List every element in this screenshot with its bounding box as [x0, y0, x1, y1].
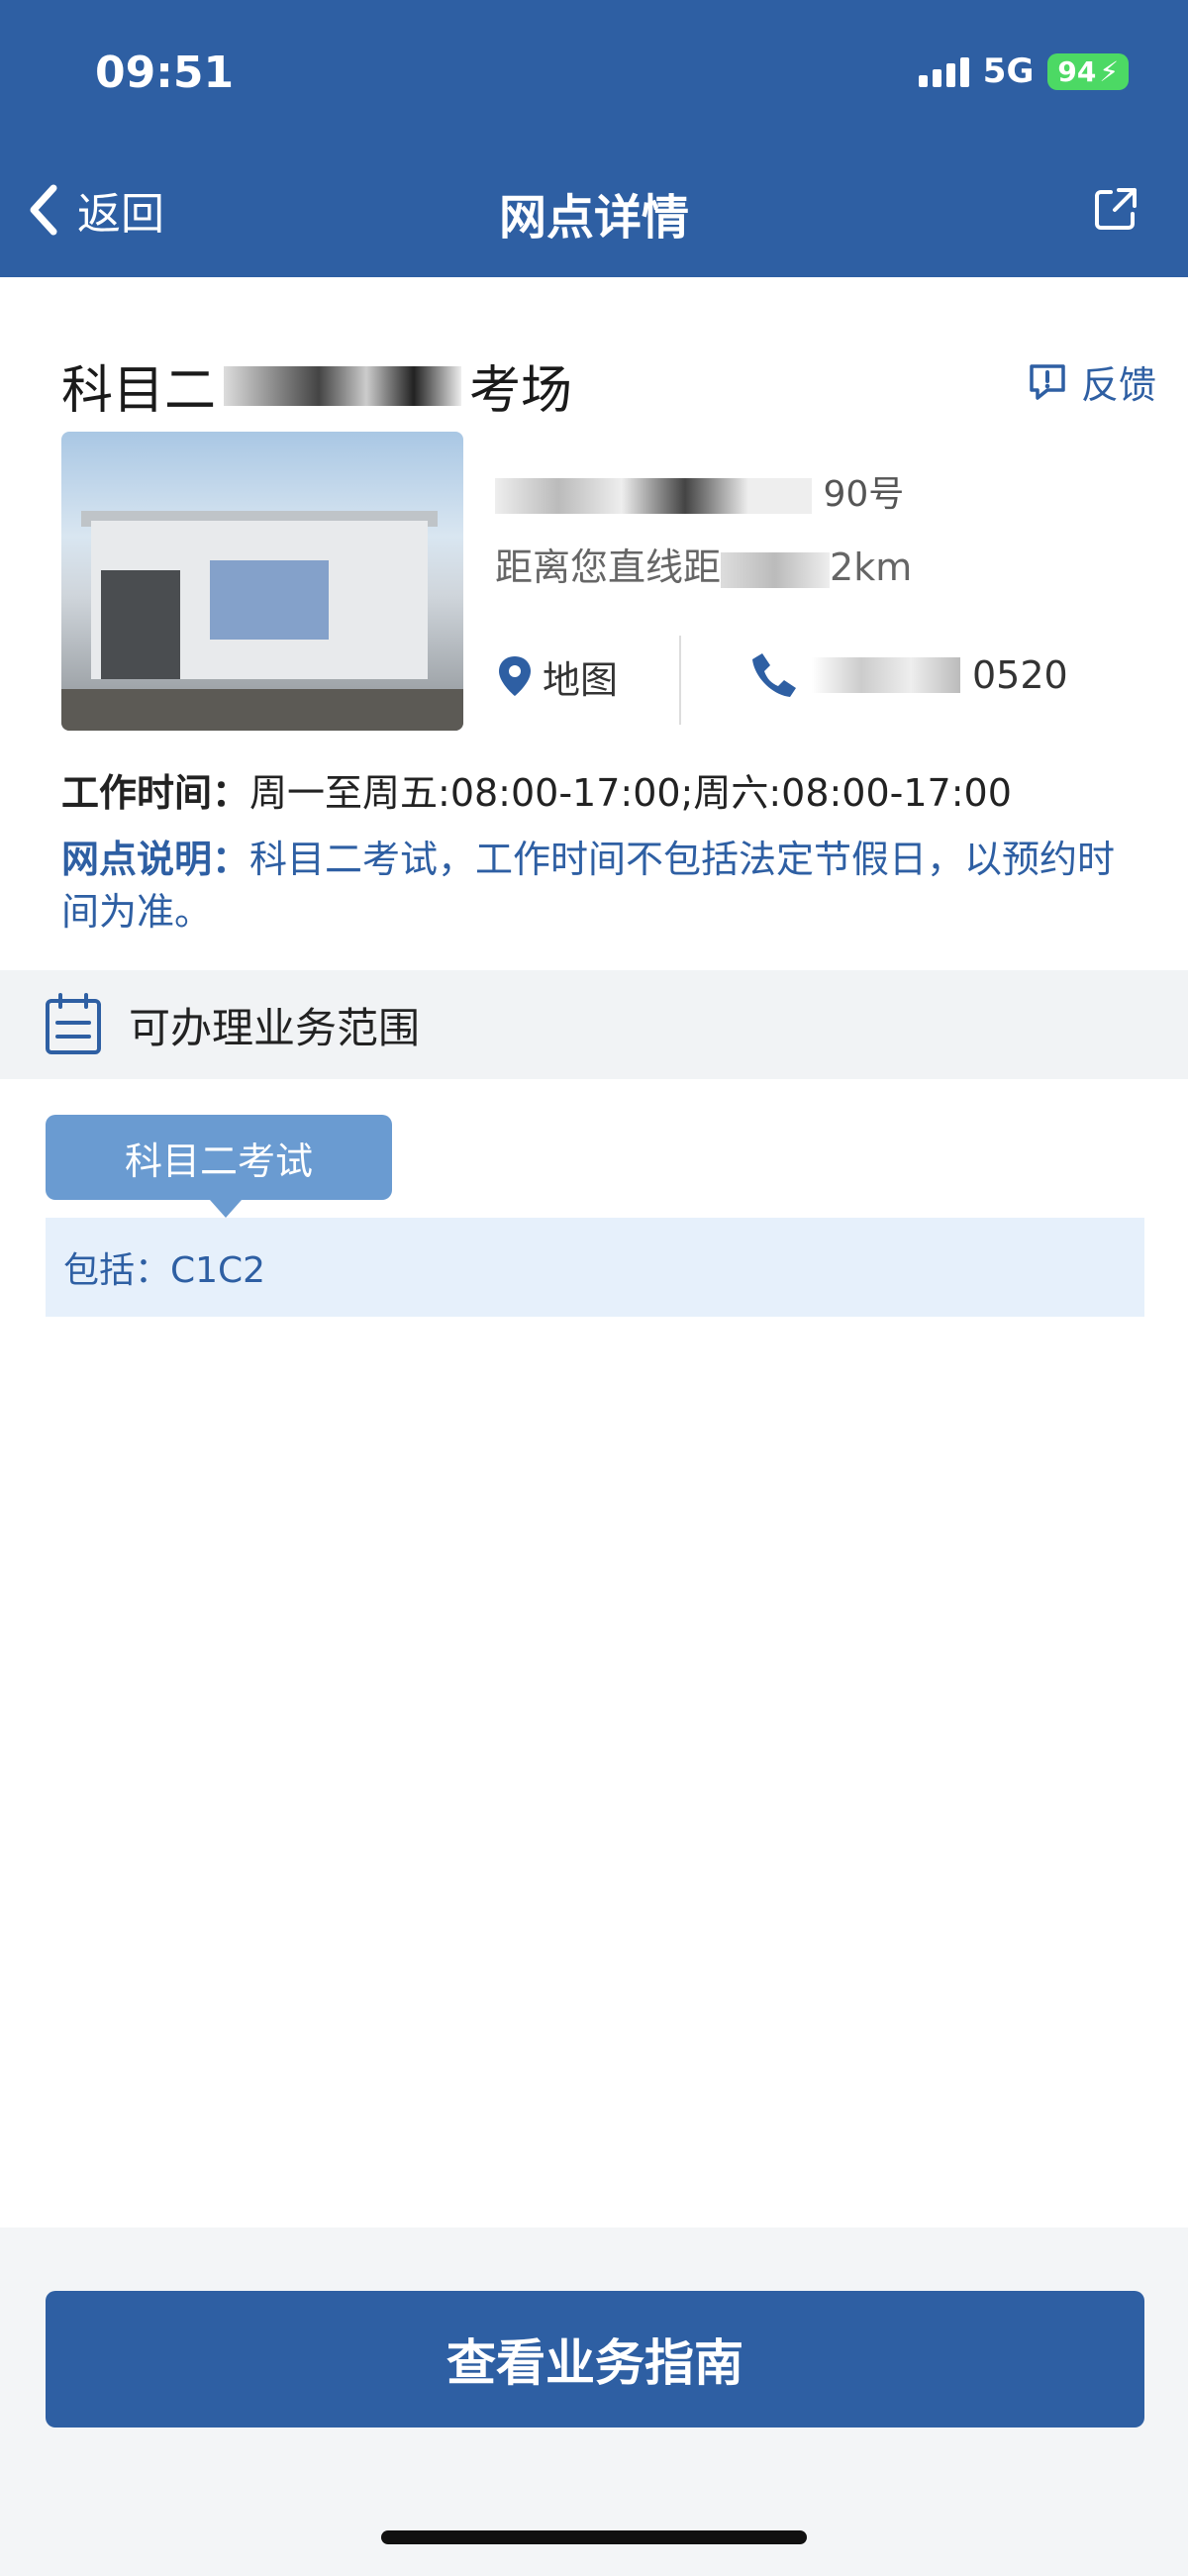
battery-icon: 94 ⚡ [1047, 52, 1129, 90]
location-pin-icon [499, 655, 531, 696]
includes-panel: 包括：C1C2 [46, 1218, 1144, 1317]
tag-pointer [210, 1200, 242, 1218]
charging-icon: ⚡ [1099, 54, 1119, 88]
share-icon[interactable] [1091, 184, 1140, 234]
site-description: 网点说明：科目二考试，工作时间不包括法定节假日，以预约时间为准。 [61, 834, 1131, 939]
hours-label: 工作时间： [61, 771, 250, 815]
map-label: 地图 [543, 658, 619, 702]
redacted-distance [721, 551, 831, 588]
photo-door [101, 570, 180, 679]
status-indicators: 5G 94 ⚡ [918, 51, 1129, 91]
redacted-address [495, 478, 812, 514]
phone-icon [752, 653, 796, 697]
battery-level: 94 [1057, 54, 1097, 88]
site-address: 90号 [495, 465, 904, 517]
phone-button[interactable]: 0520 [748, 649, 1068, 701]
distance-suffix: 2km [830, 545, 913, 589]
page-title: 网点详情 [498, 190, 689, 246]
business-tag[interactable]: 科目二考试 [46, 1115, 392, 1200]
map-button[interactable]: 地图 [495, 649, 618, 704]
feedback-label: 反馈 [1080, 363, 1156, 407]
section-title: 可办理业务范围 [129, 1003, 421, 1052]
phone-visible: 0520 [972, 653, 1068, 697]
redacted-text [224, 365, 462, 406]
home-indicator [381, 2530, 807, 2544]
network-type: 5G [982, 51, 1035, 91]
feedback-icon [1030, 363, 1065, 400]
site-name: 科目二 考场 [61, 348, 572, 423]
site-photo[interactable] [61, 432, 463, 731]
calendar-list-icon [46, 993, 101, 1054]
divider [679, 636, 681, 725]
photo-sign [210, 560, 329, 640]
redacted-phone [812, 657, 960, 693]
photo-ground [61, 689, 463, 731]
working-hours: 工作时间：周一至周五:08:00-17:00;周六:08:00-17:00 [61, 762, 1012, 817]
app-header: 09:51 5G 94 ⚡ 返回 网点详情 [0, 0, 1188, 277]
address-visible: 90号 [823, 474, 905, 515]
business-scope-header: 可办理业务范围 [0, 970, 1188, 1079]
site-distance: 距离您直线距 2km [495, 537, 912, 591]
view-guide-button[interactable]: 查看业务指南 [46, 2291, 1144, 2427]
site-name-suffix: 考场 [469, 361, 573, 421]
distance-prefix: 距离您直线距 [495, 545, 722, 589]
hours-value: 周一至周五:08:00-17:00;周六:08:00-17:00 [249, 771, 1012, 815]
signal-icon [918, 55, 969, 87]
desc-label: 网点说明： [61, 838, 250, 881]
site-name-prefix: 科目二 [61, 361, 217, 421]
status-time: 09:51 [95, 48, 235, 98]
feedback-button[interactable]: 反馈 [1026, 354, 1156, 409]
